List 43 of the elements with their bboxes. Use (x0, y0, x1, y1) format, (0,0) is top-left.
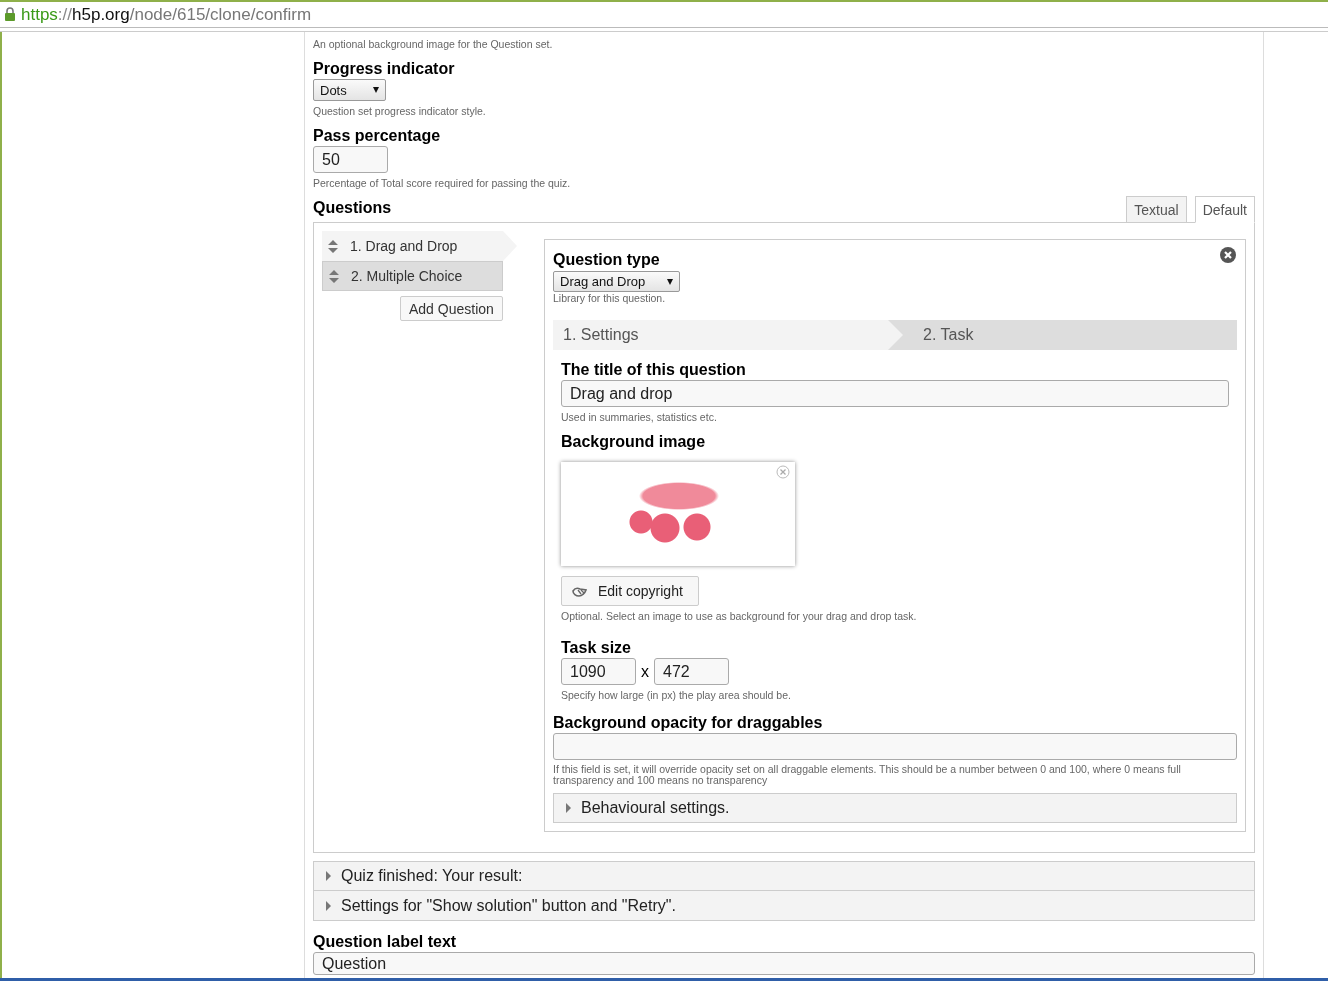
field-label: Progress indicator (313, 59, 455, 79)
height-input-field[interactable]: 472 (654, 658, 729, 685)
view-tab[interactable]: Textual (1126, 196, 1187, 223)
field-label: Task size (561, 638, 631, 658)
field-label: Background opacity for draggables (553, 713, 823, 733)
close-icon (1220, 247, 1236, 263)
title-input-field[interactable]: Drag and drop (561, 380, 1229, 407)
remove-icon (776, 465, 790, 479)
progress-indicator-dropdown[interactable]: Dots (313, 79, 386, 101)
field-label: The title of this question (561, 360, 746, 380)
field-hint: If this field is set, it will override opacity set on all draggable elements. This should be a number between 0 and 100, where 0 means full transparency and 100 means no transparency (553, 764, 1182, 786)
question-label-input-field[interactable]: Question (313, 952, 1255, 975)
field-hint: An optional background image for the Question set. (313, 38, 554, 50)
field-hint: Question set progress indicator style. (313, 105, 487, 117)
width-input-field[interactable]: 1090 (561, 658, 636, 685)
behavioural-settings-section[interactable]: Behavioural settings. (553, 793, 1237, 823)
pass-percentage-input-field[interactable]: 50 (313, 146, 388, 173)
collapsible-section[interactable]: Settings for "Show solution" button and "Retry". (313, 891, 1255, 921)
collapsible-section[interactable]: Quiz finished: Your result: (313, 861, 1255, 891)
field-hint: Used in summaries, statistics etc. (561, 411, 718, 423)
sort-icon (329, 269, 339, 283)
field-label: Pass percentage (313, 126, 441, 146)
question-list-item[interactable]: 1. Drag and Drop (322, 231, 517, 261)
address-bar-url[interactable]: https://h5p.org/node/615/clone/confirm (21, 4, 312, 25)
view-tab[interactable]: Default (1194, 196, 1255, 223)
field-hint: Library for this question. (553, 292, 667, 304)
field-hint: Optional. Select an image to use as background for your drag and drop task. (561, 610, 918, 622)
field-label: Question label text (313, 932, 457, 952)
field-hint: Percentage of Total score required for passing the quiz. (313, 177, 572, 189)
sort-icon (328, 239, 338, 253)
edit-copyright-button[interactable]: Edit copyright (561, 576, 699, 606)
question-type-dropdown[interactable]: Drag and Drop (553, 271, 680, 292)
opacity-input-field[interactable] (553, 733, 1237, 760)
section-heading: Questions (313, 198, 392, 218)
add-question-button[interactable]: Add Question (400, 296, 503, 321)
field-label: Question type (553, 250, 660, 270)
field-hint: Specify how large (in px) the play area should be. (561, 689, 792, 701)
question-list-item[interactable]: 2. Multiple Choice (322, 261, 503, 291)
step-tab[interactable]: 1. Settings (553, 320, 903, 350)
field-label: Background image (561, 432, 706, 452)
step-tab[interactable]: 2. Task (903, 320, 974, 350)
lock-icon (4, 7, 16, 22)
size-separator: x (641, 662, 649, 681)
